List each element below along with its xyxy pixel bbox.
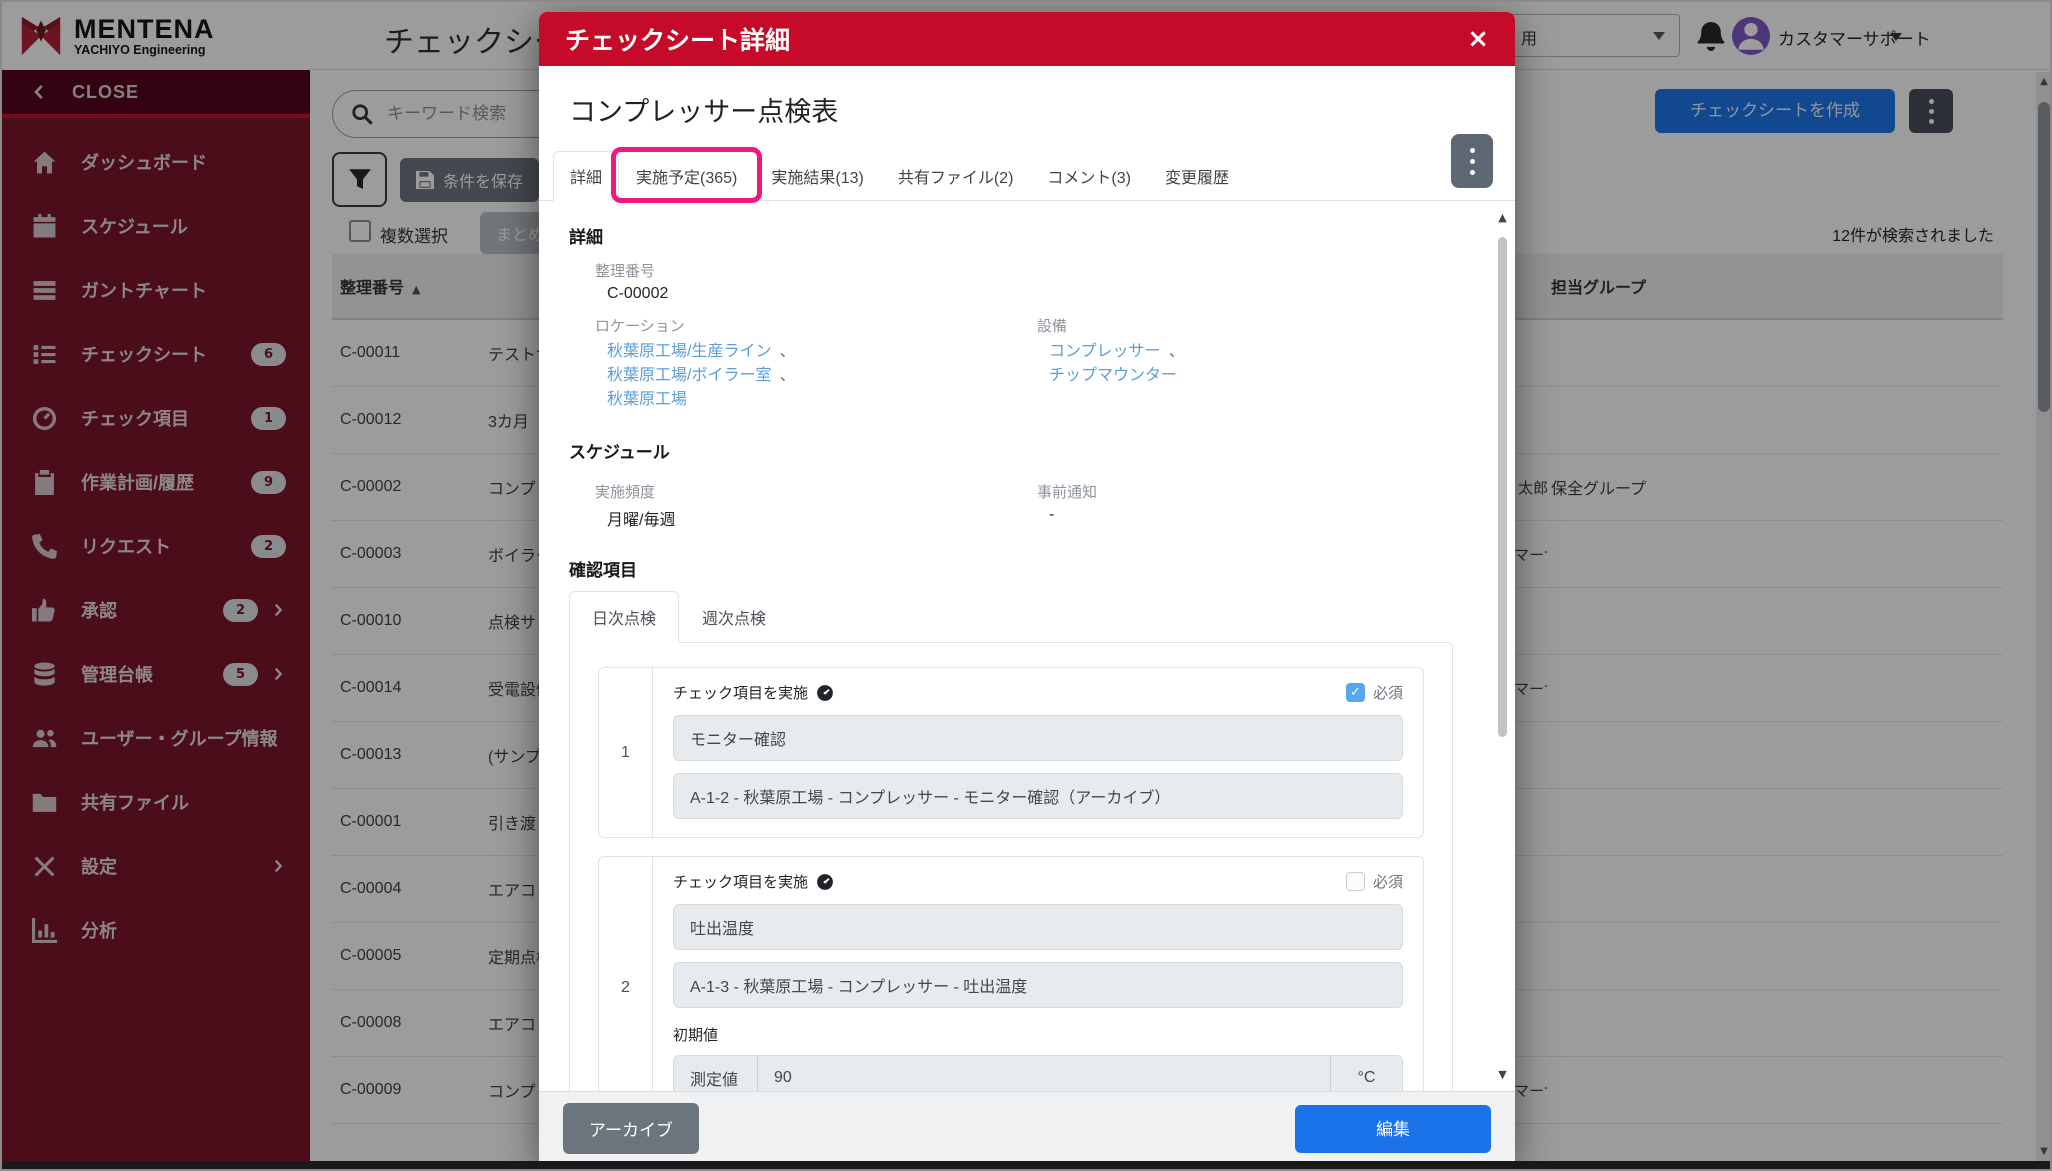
notice-value: - [1049,506,1453,524]
app-window: MENTENA YACHIYO Engineering チェックシート 用 カス… [0,0,2052,1171]
required-label: 必須 [1373,871,1403,892]
check-items-panel: 1 チェック項目を実施 ✓ 必須 [569,642,1453,1091]
modal-tab[interactable]: 共有ファイル(2) [881,151,1031,201]
check-item-number: 1 [599,668,653,837]
link-separator: 、 [780,343,795,360]
check-item-tabs: 日次点検 週次点検 [569,591,1453,643]
tab-label: 詳細 [570,170,602,187]
scroll-up-icon[interactable]: ▲ [1496,211,1509,224]
tab-label: 実施予定(365) [636,170,737,187]
modal-title: チェックシート詳細 [565,21,790,57]
link-separator: 、 [780,367,795,384]
initial-value-unit: °C [1330,1056,1402,1091]
check-item-master-field: A-1-2 - 秋葉原工場 - コンプレッサー - モニター確認（アーカイブ） [673,773,1403,819]
subtab-label: 日次点検 [592,611,656,628]
checksheet-detail-modal: チェックシート詳細 × コンプレッサー点検表 詳細 実施予定(365) 実施結果… [539,12,1515,1165]
check-item-tab[interactable]: 日次点検 [569,591,679,643]
location-link[interactable]: 秋葉原工場 [607,391,687,408]
frequency-value: 月曜/毎週 [607,506,1011,530]
link-separator: 、 [1169,343,1184,360]
check-item-master-field: A-1-3 - 秋葉原工場 - コンプレッサー - 吐出温度 [673,962,1403,1008]
check-items-heading: 確認項目 [569,556,1453,581]
equipment-label: 設備 [1037,315,1453,336]
check-item-name-field: 吐出温度 [673,904,1403,950]
tab-label: 共有ファイル(2) [898,170,1014,187]
modal-tab[interactable]: 詳細 [553,151,619,201]
required-checkbox[interactable]: ✓ [1346,683,1365,702]
edit-button[interactable]: 編集 [1295,1105,1491,1153]
window-bottom-edge [2,1161,2050,1169]
modal-tab[interactable]: 実施予定(365) [619,151,754,201]
sheet-head: コンプレッサー点検表 [539,66,1515,129]
check-item-name-field: モニター確認 [673,715,1403,761]
initial-value-label: 初期値 [673,1024,1403,1045]
location-label: ロケーション [595,315,1011,336]
equipment-link[interactable]: コンプレッサー [1049,343,1161,360]
subtab-label: 週次点検 [702,611,766,628]
tab-label: 変更履歴 [1165,170,1229,187]
location-link[interactable]: 秋葉原工場/生産ライン [607,343,771,360]
archive-button[interactable]: アーカイブ [563,1103,699,1154]
check-item-card: 2 チェック項目を実施 必須 [598,856,1424,1091]
gauge-icon [816,684,834,702]
modal-scrollbar[interactable]: ▲ ▼ [1496,211,1509,1081]
check-item-type-label: チェック項目を実施 [673,871,808,892]
modal-tab[interactable]: コメント(3) [1030,151,1148,201]
schedule-heading: スケジュール [569,438,1453,463]
modal-title-bar: チェックシート詳細 × [539,12,1515,66]
modal-scrollbar-thumb[interactable] [1498,237,1507,737]
notice-label: 事前通知 [1037,481,1453,502]
frequency-label: 実施頻度 [595,481,1011,502]
modal-footer: アーカイブ 編集 [539,1091,1515,1165]
id-value: C-00002 [607,285,1453,303]
tab-label: 実施結果(13) [771,170,863,187]
location-link[interactable]: 秋葉原工場/ボイラー室 [607,367,771,384]
scroll-down-icon[interactable]: ▼ [1496,1068,1509,1081]
gauge-icon [816,873,834,891]
sheet-title: コンプレッサー点検表 [569,90,1485,129]
required-checkbox[interactable] [1346,872,1365,891]
check-item-type-label: チェック項目を実施 [673,682,808,703]
detail-heading: 詳細 [569,223,1453,248]
check-item-number: 2 [599,857,653,1091]
equipment-link[interactable]: チップマウンター [1049,367,1177,384]
modal-tabs: 詳細 実施予定(365) 実施結果(13) 共有ファイル(2) コメント(3) … [539,151,1515,201]
close-icon[interactable]: × [1467,26,1489,52]
id-label: 整理番号 [595,260,1453,281]
modal-scroll-area: 詳細 整理番号 C-00002 ロケーション 秋葉原工場/生産ライン 、 秋葉原… [539,201,1515,1091]
initial-value-name: 測定値 [674,1056,758,1091]
modal-tab[interactable]: 実施結果(13) [754,151,880,201]
initial-value-group: 測定値 90 °C [673,1055,1403,1091]
modal-tab[interactable]: 変更履歴 [1148,151,1246,201]
check-item-card: 1 チェック項目を実施 ✓ 必須 [598,667,1424,838]
check-item-tab[interactable]: 週次点検 [679,591,789,643]
required-label: 必須 [1373,682,1403,703]
modal-kebab-menu-icon[interactable] [1451,134,1493,188]
tab-label: コメント(3) [1047,170,1131,187]
initial-value-number: 90 [758,1056,1330,1091]
